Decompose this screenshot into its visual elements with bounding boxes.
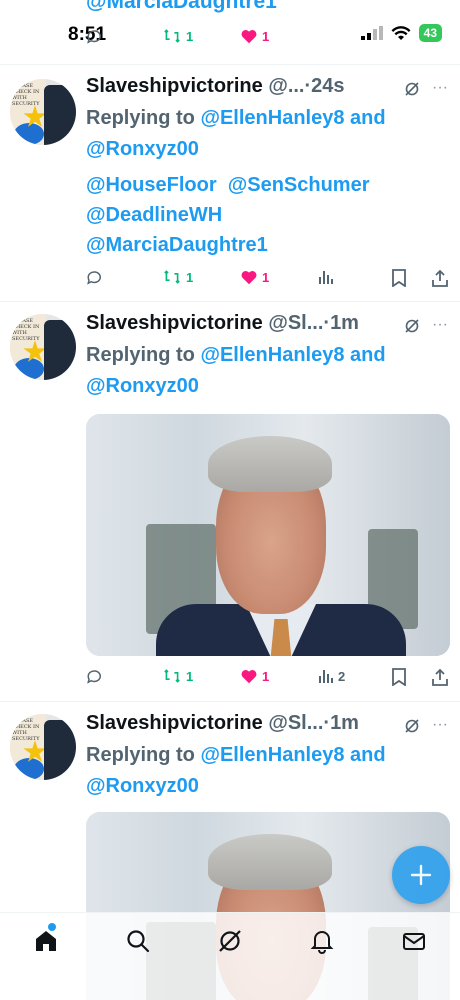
heart-icon <box>241 271 257 285</box>
reply-icon <box>87 670 101 684</box>
mention-link[interactable]: @Ronxyz00 <box>86 375 199 397</box>
like-count: 1 <box>262 668 270 684</box>
like-button[interactable]: 1 <box>240 668 269 684</box>
replying-to: Replying to @EllenHanley8 and <box>86 744 386 766</box>
compose-button[interactable] <box>392 846 450 904</box>
retweet-button[interactable]: 1 <box>162 28 193 44</box>
reply-icon <box>87 271 101 285</box>
heart-icon <box>241 670 257 684</box>
share-button[interactable] <box>432 668 448 686</box>
retweet-icon <box>164 29 180 43</box>
reply-button[interactable] <box>86 269 104 287</box>
tweet-actions: 1 1 2 <box>86 668 456 692</box>
user-handle[interactable]: @... <box>268 75 304 97</box>
more-options-icon[interactable]: ··· <box>432 717 450 736</box>
messages-icon <box>403 933 425 950</box>
views-button[interactable] <box>318 269 334 285</box>
retweet-button[interactable]: 1 <box>162 668 193 684</box>
tweet-media-image[interactable] <box>86 414 450 656</box>
bookmark-button[interactable] <box>392 668 406 686</box>
mention-link[interactable]: @EllenHanley8 <box>200 744 344 766</box>
replying-to-continued: @Ronxyz00 <box>86 775 199 798</box>
views-icon <box>319 271 333 284</box>
tweet[interactable]: PLEASE CHECK IN WITH SECURITY Slaveshipv… <box>0 65 460 302</box>
tweet-text[interactable]: @MarciaDaughtre1 <box>86 234 268 257</box>
like-count: 1 <box>262 269 270 285</box>
previous-tweet-actions: 1 1 <box>0 28 460 56</box>
tweet-header: Slaveshipvictorine @Sl...·1m <box>86 712 359 734</box>
grok-icon[interactable] <box>404 718 420 734</box>
tweet-header: Slaveshipvictorine @Sl...·1m <box>86 312 359 334</box>
share-button[interactable] <box>432 269 448 287</box>
bookmark-button[interactable] <box>392 269 406 287</box>
nav-notifications[interactable] <box>308 927 336 955</box>
reply-icon <box>87 30 101 44</box>
search-icon <box>127 930 150 953</box>
replying-to-continued: @Ronxyz00 <box>86 138 199 161</box>
tweet-time: 1m <box>330 312 359 334</box>
like-button[interactable]: 1 <box>240 28 269 44</box>
mention-link[interactable]: @EllenHanley8 <box>200 107 344 129</box>
tweet-header: Slaveshipvictorine @...·24s <box>86 75 345 97</box>
retweet-count: 1 <box>186 668 194 684</box>
previous-tweet-mention[interactable]: @MarciaDaughtre1 <box>86 0 277 14</box>
nav-home[interactable] <box>32 927 60 955</box>
nav-messages[interactable] <box>400 927 428 955</box>
like-count: 1 <box>262 28 270 44</box>
replying-to: Replying to @EllenHanley8 and <box>86 344 386 366</box>
heart-icon <box>241 30 257 44</box>
views-icon <box>319 670 333 683</box>
display-name[interactable]: Slaveshipvictorine <box>86 712 263 734</box>
new-content-dot <box>48 923 56 931</box>
grok-icon[interactable] <box>404 81 420 97</box>
views-count: 2 <box>338 668 346 684</box>
compose-plus-icon <box>410 864 432 886</box>
mention-link[interactable]: @Ronxyz00 <box>86 138 199 160</box>
grok-icon <box>219 930 241 952</box>
bookmark-icon <box>392 269 406 287</box>
user-handle[interactable]: @Sl... <box>268 712 323 734</box>
display-name[interactable]: Slaveshipvictorine <box>86 75 263 97</box>
notifications-icon <box>310 931 334 954</box>
tweet-text[interactable]: @HouseFloor @SenSchumer <box>86 174 370 197</box>
nav-search[interactable] <box>124 927 152 955</box>
like-button[interactable]: 1 <box>240 269 269 285</box>
mention-link[interactable]: @Ronxyz00 <box>86 775 199 797</box>
home-icon <box>36 931 56 951</box>
bookmark-icon <box>392 668 406 686</box>
tweet-text[interactable]: @DeadlineWH <box>86 204 222 227</box>
more-options-icon[interactable]: ··· <box>432 317 450 336</box>
avatar-poster-text: PLEASE CHECK IN WITH SECURITY <box>12 718 40 742</box>
reply-button[interactable] <box>86 668 104 686</box>
avatar[interactable]: PLEASE CHECK IN WITH SECURITY <box>10 314 76 380</box>
tweet-time: 1m <box>330 712 359 734</box>
tweet-actions: 1 1 <box>86 269 456 293</box>
reply-button[interactable] <box>86 28 104 46</box>
avatar[interactable]: PLEASE CHECK IN WITH SECURITY <box>10 79 76 145</box>
avatar-poster-text: PLEASE CHECK IN WITH SECURITY <box>12 83 40 107</box>
retweet-count: 1 <box>186 269 194 285</box>
replying-to: Replying to @EllenHanley8 and <box>86 107 386 129</box>
replying-to-continued: @Ronxyz00 <box>86 375 199 398</box>
user-handle[interactable]: @Sl... <box>268 312 323 334</box>
retweet-icon <box>164 270 180 284</box>
grok-icon[interactable] <box>404 318 420 334</box>
display-name[interactable]: Slaveshipvictorine <box>86 312 263 334</box>
share-icon <box>432 269 448 287</box>
retweet-button[interactable]: 1 <box>162 269 193 285</box>
avatar-poster-text: PLEASE CHECK IN WITH SECURITY <box>12 318 40 342</box>
more-options-icon[interactable]: ··· <box>432 80 450 99</box>
share-icon <box>432 668 448 686</box>
tweet-time: 24s <box>311 75 345 97</box>
avatar[interactable]: PLEASE CHECK IN WITH SECURITY <box>10 714 76 780</box>
views-button[interactable]: 2 <box>318 668 345 684</box>
retweet-count: 1 <box>186 28 194 44</box>
bottom-navigation <box>0 912 460 1000</box>
tweet[interactable]: PLEASE CHECK IN WITH SECURITY Slaveshipv… <box>0 302 460 702</box>
nav-grok[interactable] <box>216 927 244 955</box>
mention-link[interactable]: @EllenHanley8 <box>200 344 344 366</box>
retweet-icon <box>164 669 180 683</box>
